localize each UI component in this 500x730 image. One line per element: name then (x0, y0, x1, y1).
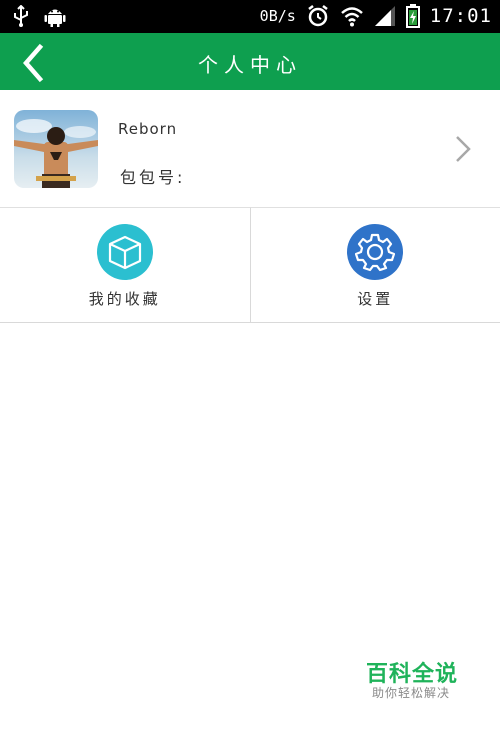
chevron-right-icon (456, 136, 471, 162)
favorites-button[interactable]: 我的收藏 (0, 207, 250, 322)
page-title: 个人中心 (198, 53, 302, 77)
avatar (14, 110, 98, 188)
net-speed: 0B/s (259, 7, 296, 25)
battery-charging-icon (405, 4, 420, 28)
watermark-subtitle: 助你轻松解决 (372, 686, 451, 700)
profile-row[interactable]: Reborn 包包号: (0, 90, 500, 208)
settings-label: 设置 (357, 290, 394, 308)
bag-number-label: 包包号: (120, 168, 186, 187)
android-icon (44, 9, 66, 27)
status-bar: 0B/s 17:01 (0, 0, 500, 33)
username: Reborn (118, 120, 178, 138)
favorites-label: 我的收藏 (88, 290, 161, 308)
usb-icon (14, 5, 28, 27)
favorites-icon (96, 224, 153, 280)
menu-grid: 我的收藏 设置 (0, 207, 500, 323)
alarm-icon (308, 5, 328, 27)
gear-icon (347, 224, 404, 280)
wifi-icon (340, 7, 363, 27)
title-bar: 个人中心 (0, 33, 500, 90)
settings-button[interactable]: 设置 (249, 207, 500, 322)
signal-icon (374, 6, 395, 26)
clock: 17:01 (429, 5, 492, 27)
